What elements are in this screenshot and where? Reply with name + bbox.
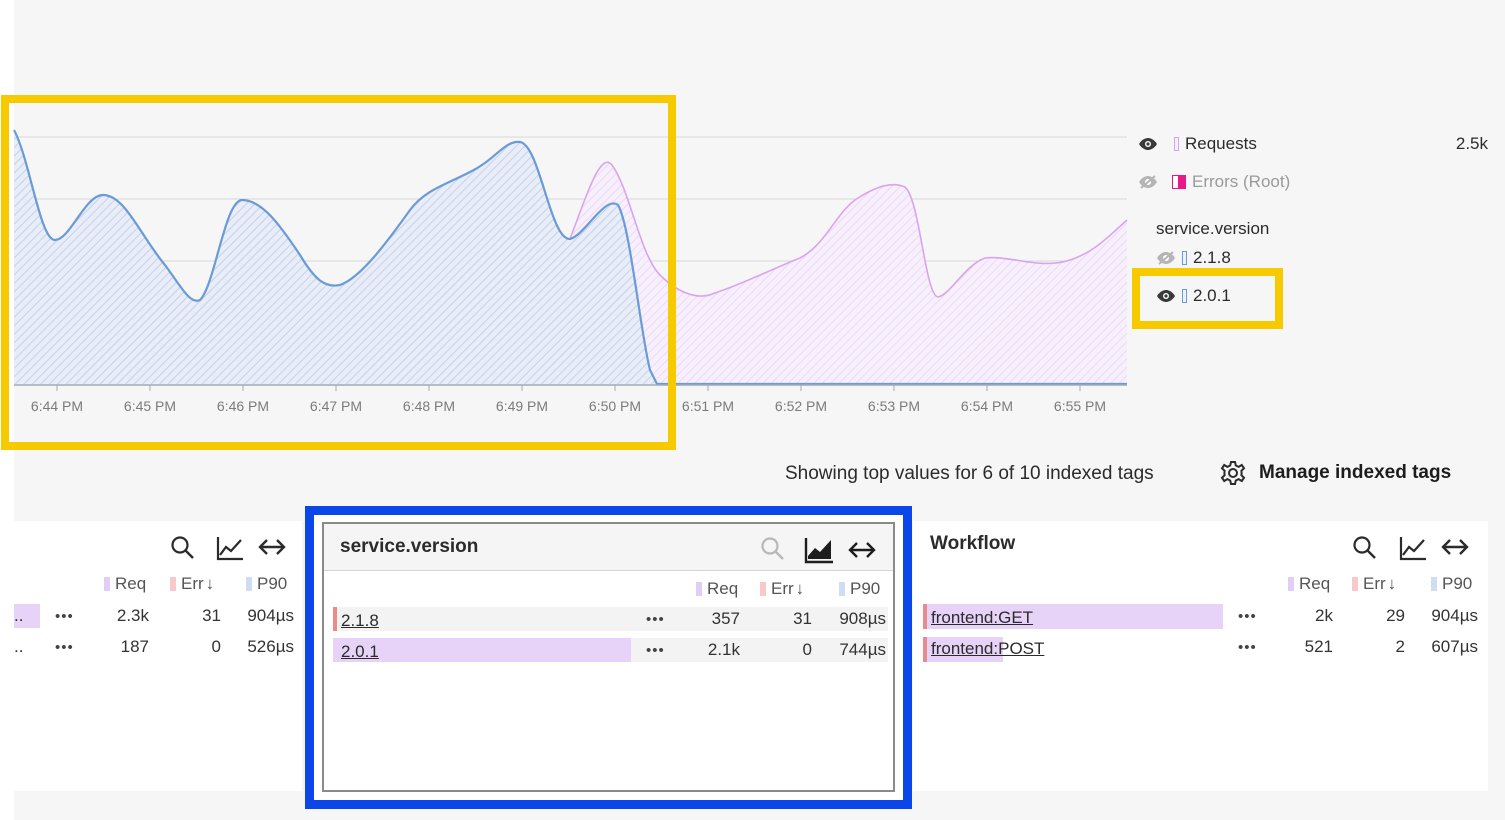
legend-requests-value: 2.5k xyxy=(1455,134,1488,153)
cell-err: 31 xyxy=(793,609,812,628)
eye-icon[interactable] xyxy=(1138,137,1158,151)
search-icon[interactable] xyxy=(170,535,196,561)
cell-req: 2.1k xyxy=(707,640,740,659)
cell-p90: 744µs xyxy=(839,640,886,659)
search-icon[interactable] xyxy=(760,536,786,562)
line-chart-icon[interactable] xyxy=(216,535,244,561)
table-row-label[interactable]: .. xyxy=(14,637,23,657)
cell-req: 521 xyxy=(1304,637,1333,656)
x-tick-label: 6:54 PM xyxy=(961,398,1013,414)
column-header-p90[interactable]: P90 xyxy=(839,579,880,599)
cell-p90: 908µs xyxy=(839,609,886,628)
line-chart-icon[interactable] xyxy=(1399,535,1427,561)
expand-horizontal-icon[interactable] xyxy=(1441,537,1469,557)
row-label-link[interactable]: 2.1.8 xyxy=(341,611,379,631)
expand-horizontal-icon[interactable] xyxy=(848,540,876,560)
cell-err: 31 xyxy=(202,606,221,625)
x-tick-label: 6:52 PM xyxy=(775,398,827,414)
cell-err: 29 xyxy=(1386,606,1405,625)
legend-group-title: service.version xyxy=(1156,219,1270,238)
legend-requests[interactable]: Requests 2.5k xyxy=(1138,134,1488,154)
row-label-link[interactable]: frontend:GET xyxy=(931,608,1033,628)
column-header-p90[interactable]: P90 xyxy=(1431,574,1472,594)
manage-indexed-tags-label: Manage indexed tags xyxy=(1259,462,1452,483)
row-menu-icon[interactable]: ••• xyxy=(55,608,74,625)
cell-p90: 607µs xyxy=(1431,637,1478,656)
row-menu-icon[interactable]: ••• xyxy=(646,642,665,659)
column-header-p90[interactable]: P90 xyxy=(246,574,287,594)
errors-swatch xyxy=(1172,175,1186,189)
area-chart-icon[interactable] xyxy=(804,536,834,564)
cell-err: 0 xyxy=(211,637,221,656)
manage-indexed-tags-button[interactable]: Manage indexed tags xyxy=(1220,460,1451,486)
left-tag-panel: Req Err ↓ P90 .. ••• 2.3k 31 904µs .. •••… xyxy=(14,521,302,791)
row-menu-icon[interactable]: ••• xyxy=(1238,608,1257,625)
column-header-req[interactable]: Req xyxy=(104,574,146,594)
requests-swatch xyxy=(1174,137,1179,151)
expand-horizontal-icon[interactable] xyxy=(258,537,286,557)
x-tick-label: 6:55 PM xyxy=(1054,398,1106,414)
error-indicator xyxy=(333,607,337,631)
panel-title: Workflow xyxy=(930,533,1016,554)
column-header-req[interactable]: Req xyxy=(696,579,738,599)
search-icon[interactable] xyxy=(1352,535,1378,561)
cell-p90: 904µs xyxy=(247,606,294,625)
legend-version-218-label: 2.1.8 xyxy=(1193,248,1231,267)
row-menu-icon[interactable]: ••• xyxy=(1238,639,1257,656)
cell-req: 2.3k xyxy=(116,606,149,625)
legend-requests-label: Requests xyxy=(1185,134,1257,153)
column-header-err[interactable]: Err ↓ xyxy=(760,579,804,599)
row-label-link[interactable]: frontend:POST xyxy=(931,639,1044,659)
workflow-panel: Workflow Req Err ↓ P90 frontend:GET ••• 2… xyxy=(913,521,1488,791)
error-indicator xyxy=(923,637,927,662)
row-menu-icon[interactable]: ••• xyxy=(646,611,665,628)
table-row-label[interactable]: .. xyxy=(14,606,23,626)
indexed-tags-summary: Showing top values for 6 of 10 indexed t… xyxy=(785,463,1154,484)
legend-highlight-box xyxy=(1132,268,1283,329)
version-218-swatch xyxy=(1182,251,1187,265)
service-version-panel: service.version Req Err ↓ P90 2.1.8 ••• 3… xyxy=(322,522,895,792)
cell-err: 2 xyxy=(1395,637,1405,656)
gear-icon xyxy=(1220,461,1246,485)
x-tick-label: 6:51 PM xyxy=(682,398,734,414)
x-tick-label: 6:53 PM xyxy=(868,398,920,414)
panel-title: service.version xyxy=(340,536,479,557)
legend-errors[interactable]: Errors (Root) xyxy=(1138,172,1290,192)
column-header-err[interactable]: Err ↓ xyxy=(170,574,214,594)
eye-slash-icon[interactable] xyxy=(1156,251,1176,265)
legend-errors-label: Errors (Root) xyxy=(1192,172,1291,191)
column-header-req[interactable]: Req xyxy=(1288,574,1330,594)
row-label-link[interactable]: 2.0.1 xyxy=(341,642,379,662)
cell-err: 0 xyxy=(802,640,812,659)
eye-slash-icon[interactable] xyxy=(1138,175,1158,189)
column-header-err[interactable]: Err ↓ xyxy=(1352,574,1396,594)
cell-req: 357 xyxy=(711,609,740,628)
cell-req: 187 xyxy=(120,637,149,656)
error-indicator xyxy=(923,604,927,629)
cell-req: 2k xyxy=(1315,606,1333,625)
cell-p90: 526µs xyxy=(247,637,294,656)
row-menu-icon[interactable]: ••• xyxy=(55,639,74,656)
chart-highlight-box xyxy=(1,95,676,450)
cell-p90: 904µs xyxy=(1431,606,1478,625)
legend-version-218[interactable]: 2.1.8 xyxy=(1156,248,1231,268)
